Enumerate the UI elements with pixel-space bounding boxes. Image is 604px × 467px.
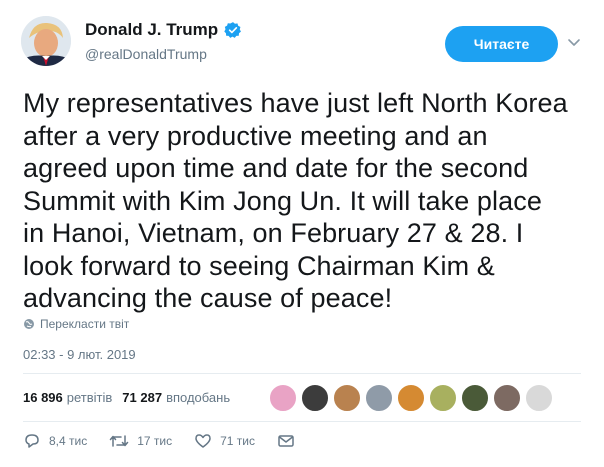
retweet-icon — [109, 435, 129, 447]
liker-avatar[interactable] — [524, 383, 554, 413]
heart-icon — [195, 434, 211, 448]
retweet-label[interactable]: ретвітів — [67, 390, 113, 405]
user-handle[interactable]: @realDonaldTrump — [85, 45, 207, 63]
retweet-count[interactable]: 16 896 — [23, 390, 63, 405]
liker-avatar[interactable] — [300, 383, 330, 413]
tweet-text: My representatives have just left North … — [23, 88, 568, 313]
liker-avatar[interactable] — [492, 383, 522, 413]
liker-avatar[interactable] — [460, 383, 490, 413]
liker-avatars — [268, 383, 556, 413]
like-action-count: 71 тис — [220, 434, 255, 448]
translate-label[interactable]: Перекласти твіт — [40, 317, 129, 331]
liker-avatar[interactable] — [332, 383, 362, 413]
user-name-row[interactable]: Donald J. Trump — [85, 20, 242, 40]
retweet-button[interactable]: 17 тис — [109, 433, 172, 449]
tweet-card: Donald J. Trump @realDonaldTrump Читаєте… — [0, 0, 604, 467]
tweet-actions: 8,4 тис 17 тис 71 тис — [23, 433, 325, 449]
avatar[interactable] — [21, 16, 71, 66]
liker-avatar[interactable] — [268, 383, 298, 413]
verified-badge-icon — [224, 22, 242, 38]
divider — [23, 421, 581, 422]
user-name[interactable]: Donald J. Trump — [85, 20, 218, 40]
retweet-action-count: 17 тис — [137, 434, 173, 448]
like-label[interactable]: вподобань — [166, 390, 230, 405]
tweet-timestamp[interactable]: 02:33 - 9 лют. 2019 — [23, 347, 136, 362]
liker-avatar[interactable] — [428, 383, 458, 413]
translate-tweet-link[interactable]: Перекласти твіт — [23, 317, 129, 331]
divider — [23, 373, 581, 374]
reply-icon — [25, 434, 39, 448]
liker-avatar[interactable] — [396, 383, 426, 413]
liker-avatar[interactable] — [364, 383, 394, 413]
chevron-down-icon[interactable] — [567, 38, 581, 48]
reply-count: 8,4 тис — [49, 434, 88, 448]
like-button[interactable]: 71 тис — [194, 433, 255, 449]
envelope-icon — [278, 435, 294, 447]
tweet-stats: 16 896 ретвітів 71 287 вподобань — [23, 390, 230, 405]
direct-message-button[interactable] — [277, 433, 303, 449]
globe-icon — [24, 319, 34, 329]
like-count[interactable]: 71 287 — [122, 390, 162, 405]
reply-button[interactable]: 8,4 тис — [23, 433, 87, 449]
following-button[interactable]: Читаєте — [445, 26, 558, 62]
